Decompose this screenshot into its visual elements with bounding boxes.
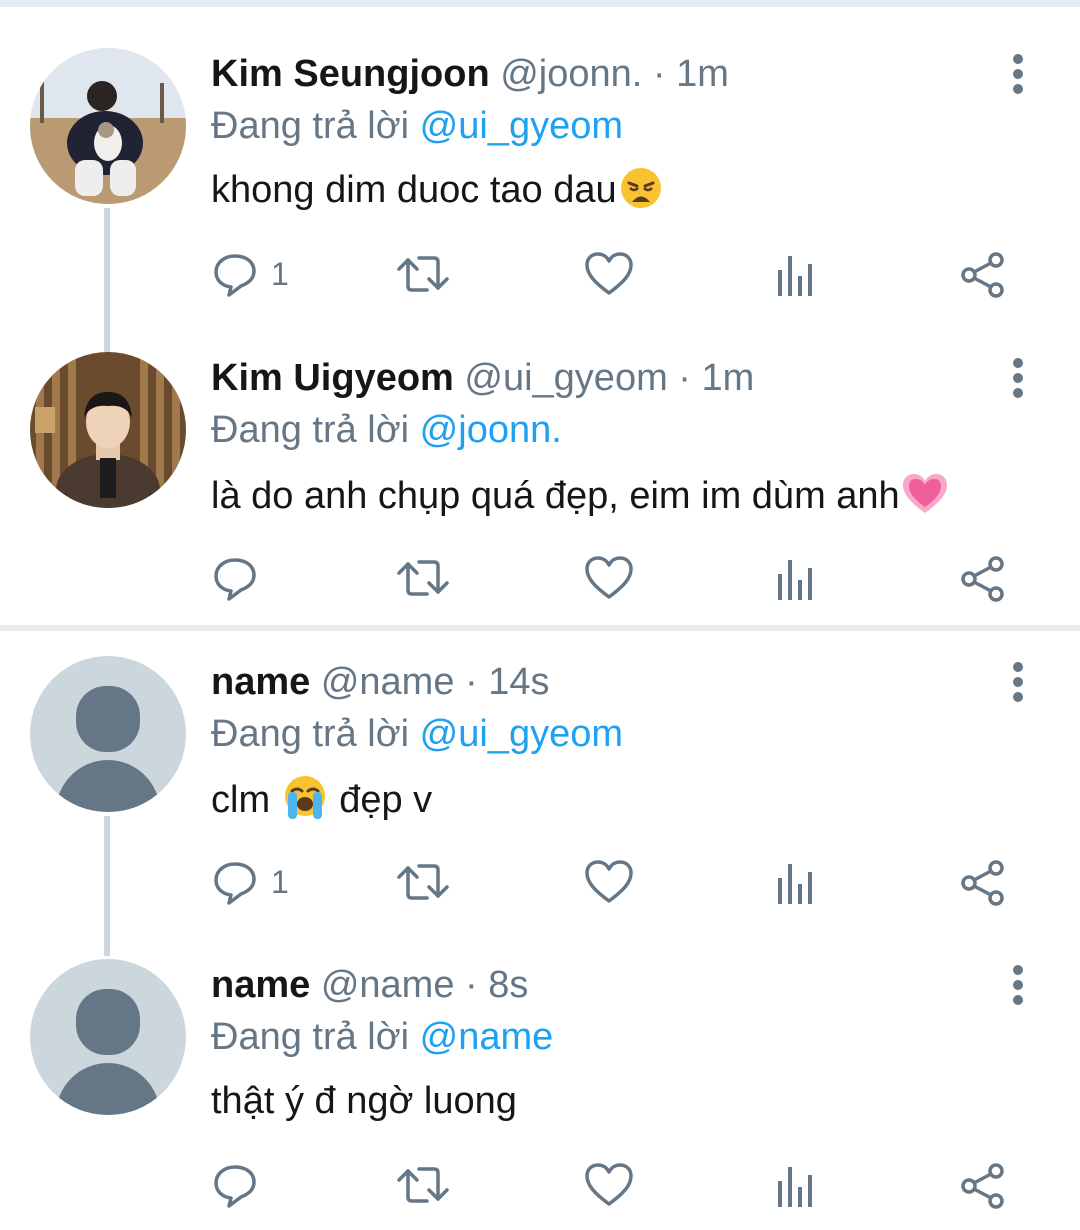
thread-connector bbox=[104, 816, 110, 956]
retweet-button[interactable] bbox=[395, 248, 451, 300]
action-bar: 1 bbox=[211, 248, 1021, 300]
tweet-text: thật ý đ ngờ luong bbox=[211, 1077, 517, 1125]
mention-link[interactable]: @ui_gyeom bbox=[420, 713, 623, 755]
share-button[interactable] bbox=[959, 856, 1007, 908]
default-avatar[interactable] bbox=[30, 959, 186, 1115]
thread-connector bbox=[104, 208, 110, 358]
display-name[interactable]: name bbox=[211, 964, 310, 1006]
replying-to-label: Đang trả lời bbox=[211, 105, 420, 147]
more-options-button[interactable] bbox=[998, 50, 1038, 98]
retweet-icon bbox=[397, 560, 449, 596]
tweet[interactable]: name @name · 14s Đang trả lời @ui_gyeom … bbox=[0, 656, 1080, 956]
replying-to: Đang trả lời @joonn. bbox=[211, 406, 562, 454]
replying-to: Đang trả lời @ui_gyeom bbox=[211, 710, 623, 758]
like-button[interactable] bbox=[584, 248, 634, 300]
handle-and-time: @joonn. · 1m bbox=[489, 53, 729, 95]
action-bar: 1 bbox=[211, 856, 1021, 908]
tweet[interactable]: name @name · 8s Đang trả lời @name thật … bbox=[0, 959, 1080, 1219]
tweet-body-start: clm bbox=[211, 779, 281, 821]
replying-to: Đang trả lời @name bbox=[211, 1013, 553, 1061]
share-button[interactable] bbox=[959, 248, 1007, 300]
retweet-button[interactable] bbox=[395, 552, 451, 604]
like-button[interactable] bbox=[584, 552, 634, 604]
growing-heart-emoji-icon bbox=[900, 470, 950, 528]
tweet-header: name @name · 14s bbox=[211, 658, 550, 706]
top-divider bbox=[0, 0, 1080, 7]
action-bar bbox=[211, 1159, 1021, 1211]
more-options-button[interactable] bbox=[998, 354, 1038, 402]
share-icon bbox=[961, 252, 1004, 298]
mention-link[interactable]: @name bbox=[420, 1016, 554, 1058]
tweet-text: clm đẹp v bbox=[211, 774, 432, 832]
reply-icon bbox=[214, 862, 256, 905]
reply-icon bbox=[214, 558, 256, 601]
bar-chart-icon bbox=[778, 864, 812, 904]
heart-icon bbox=[585, 860, 633, 903]
display-name[interactable]: Kim Uigyeom bbox=[211, 357, 454, 399]
tweet-text: là do anh chụp quá đẹp, eim im dùm anh bbox=[211, 470, 950, 528]
handle-and-time: @ui_gyeom · 1m bbox=[453, 357, 755, 399]
retweet-icon bbox=[397, 256, 449, 292]
retweet-icon bbox=[397, 1167, 449, 1203]
analytics-button[interactable] bbox=[774, 552, 818, 604]
reply-button[interactable]: 1 bbox=[211, 248, 289, 300]
share-button[interactable] bbox=[959, 1159, 1007, 1211]
replying-to-label: Đang trả lời bbox=[211, 1016, 420, 1058]
tweet-header: Kim Seungjoon @joonn. · 1m bbox=[211, 50, 729, 98]
more-options-button[interactable] bbox=[998, 658, 1038, 706]
tweet-header: Kim Uigyeom @ui_gyeom · 1m bbox=[211, 354, 754, 402]
bar-chart-icon bbox=[778, 560, 812, 600]
heart-icon bbox=[585, 556, 633, 599]
replying-to-label: Đang trả lời bbox=[211, 409, 420, 451]
like-button[interactable] bbox=[584, 1159, 634, 1211]
mention-link[interactable]: @joonn. bbox=[420, 409, 562, 451]
tweet-body: là do anh chụp quá đẹp, eim im dùm anh bbox=[211, 475, 900, 517]
tweet-body: thật ý đ ngờ luong bbox=[211, 1080, 517, 1122]
heart-icon bbox=[585, 252, 633, 295]
bar-chart-icon bbox=[778, 1167, 812, 1207]
avatar[interactable] bbox=[30, 352, 186, 508]
display-name[interactable]: Kim Seungjoon bbox=[211, 53, 490, 95]
handle-and-time: @name · 8s bbox=[310, 964, 529, 1006]
retweet-icon bbox=[397, 864, 449, 900]
more-options-button[interactable] bbox=[998, 961, 1038, 1009]
analytics-button[interactable] bbox=[774, 248, 818, 300]
tweet-body: khong dim duoc tao dau bbox=[211, 169, 617, 211]
retweet-button[interactable] bbox=[395, 1159, 451, 1211]
tweet-text: khong dim duoc tao dau bbox=[211, 166, 665, 222]
reply-icon bbox=[214, 1165, 256, 1208]
handle-and-time: @name · 14s bbox=[310, 661, 550, 703]
share-button[interactable] bbox=[959, 552, 1007, 604]
retweet-button[interactable] bbox=[395, 856, 451, 908]
analytics-button[interactable] bbox=[774, 1159, 818, 1211]
share-icon bbox=[961, 1163, 1004, 1209]
section-divider bbox=[0, 625, 1080, 631]
reply-button[interactable]: 1 bbox=[211, 856, 289, 908]
mention-link[interactable]: @ui_gyeom bbox=[420, 105, 623, 147]
bar-chart-icon bbox=[778, 256, 812, 296]
share-icon bbox=[961, 556, 1004, 602]
loudly-crying-face-emoji-icon bbox=[281, 774, 329, 832]
avatar[interactable] bbox=[30, 48, 186, 204]
tweet[interactable]: Kim Seungjoon @joonn. · 1m Đang trả lời … bbox=[0, 48, 1080, 358]
analytics-button[interactable] bbox=[774, 856, 818, 908]
default-avatar[interactable] bbox=[30, 656, 186, 812]
tweet-header: name @name · 8s bbox=[211, 961, 528, 1009]
action-bar bbox=[211, 552, 1021, 604]
share-icon bbox=[961, 860, 1004, 906]
display-name[interactable]: name bbox=[211, 661, 310, 703]
reply-button[interactable] bbox=[211, 1159, 271, 1211]
reply-count: 1 bbox=[271, 255, 289, 292]
weary-face-emoji-icon bbox=[617, 166, 665, 222]
like-button[interactable] bbox=[584, 856, 634, 908]
replying-to: Đang trả lời @ui_gyeom bbox=[211, 102, 623, 150]
tweet-body-end: đẹp v bbox=[328, 779, 433, 821]
reply-button[interactable] bbox=[211, 552, 271, 604]
heart-icon bbox=[585, 1163, 633, 1206]
tweet[interactable]: Kim Uigyeom @ui_gyeom · 1m Đang trả lời … bbox=[0, 352, 1080, 612]
replying-to-label: Đang trả lời bbox=[211, 713, 420, 755]
reply-icon bbox=[214, 254, 256, 297]
reply-count: 1 bbox=[271, 863, 289, 900]
